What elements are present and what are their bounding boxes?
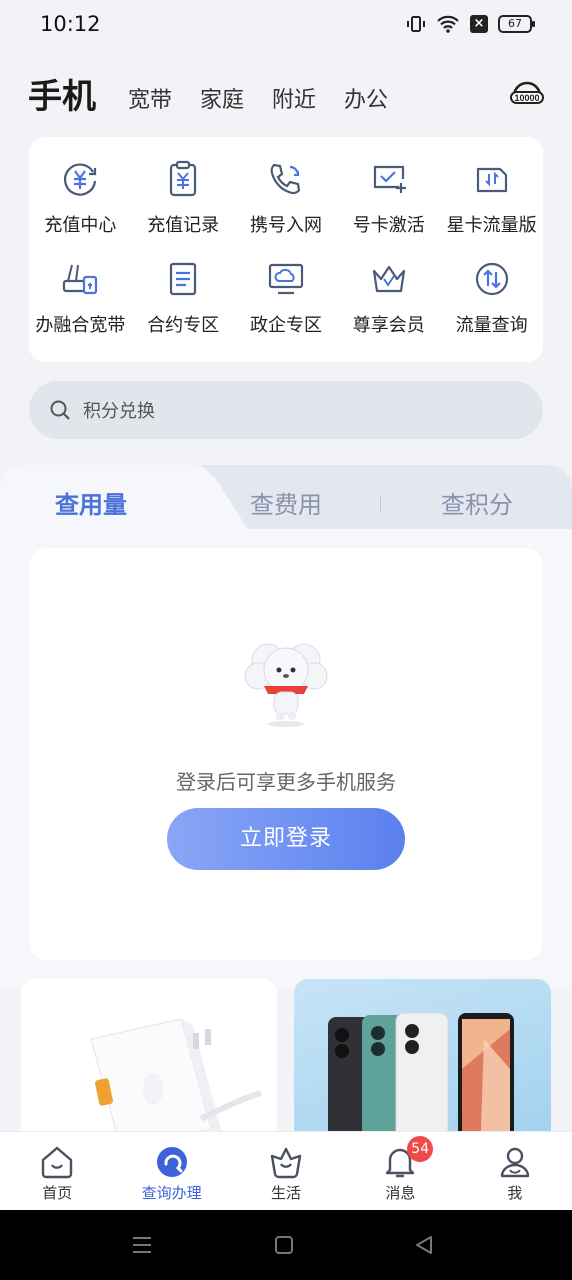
battery-icon: 67 (498, 15, 535, 33)
service-label: 政企专区 (249, 315, 322, 336)
phone-transfer-icon (270, 163, 301, 195)
message-count-badge: 54 (407, 1136, 434, 1162)
top-tabs: 手机 宽带 家庭 附近 办公 (28, 72, 416, 122)
no-sim-icon: × (470, 15, 488, 33)
login-card: 登录后可享更多手机服务 立即登录 (29, 548, 543, 960)
service-data-query[interactable]: 流量查询 (440, 255, 543, 355)
service-fusion-broadband[interactable]: 办融合宽带 (29, 255, 132, 355)
screen: 10:12 × 67 手机 宽带 家庭 附近 办公 10000 充值中心 充值记… (0, 0, 572, 1280)
document-icon (170, 262, 197, 296)
menu-icon[interactable] (130, 1233, 154, 1257)
sim-activate-icon (373, 165, 406, 193)
nav-me[interactable]: 我 (458, 1132, 572, 1210)
service-recharge-record[interactable]: 充值记录 (132, 155, 235, 255)
tab-check-points[interactable]: 查积分 (441, 485, 513, 520)
nav-home[interactable]: 首页 (0, 1132, 114, 1210)
service-label: 尊享会员 (352, 315, 425, 336)
service-grid: 充值中心 充值记录 携号入网 号卡激活 星卡流量版 办融合宽带 合约专区 政企专… (29, 137, 543, 355)
tab-office[interactable]: 办公 (344, 82, 388, 122)
user-icon (500, 1147, 530, 1178)
tab-check-fees[interactable]: 查费用 (250, 485, 322, 520)
life-icon (270, 1147, 302, 1179)
service-label: 号卡激活 (352, 215, 425, 236)
nav-life[interactable]: 生活 (229, 1132, 343, 1210)
service-label: 合约专区 (147, 315, 220, 336)
nav-label: 我 (507, 1184, 523, 1202)
service-vip-member[interactable]: 尊享会员 (337, 255, 440, 355)
service-recharge-center[interactable]: 充值中心 (29, 155, 132, 255)
crown-icon (372, 265, 405, 293)
nav-messages[interactable]: 消息 54 (343, 1132, 457, 1210)
search-placeholder: 积分兑换 (83, 401, 155, 422)
service-label: 充值中心 (44, 215, 117, 236)
router-icon (63, 264, 98, 295)
arrows-updown-icon (475, 262, 508, 296)
wifi-icon (437, 15, 459, 33)
status-icons: × 67 (406, 14, 535, 34)
service-label: 携号入网 (249, 215, 322, 236)
service-star-card[interactable]: 星卡流量版 (440, 155, 543, 255)
hotline-number: 10000 (514, 93, 539, 103)
nav-label: 查询办理 (141, 1184, 202, 1202)
cloud-monitor-icon (268, 263, 304, 295)
tab-phone[interactable]: 手机 (28, 69, 96, 122)
tab-check-usage[interactable]: 查用量 (55, 485, 127, 520)
nav-label: 生活 (271, 1184, 302, 1202)
nav-label: 首页 (42, 1184, 73, 1202)
service-label: 充值记录 (147, 215, 220, 236)
login-button[interactable]: 立即登录 (167, 808, 405, 870)
tab-broadband[interactable]: 宽带 (128, 82, 172, 122)
service-label: 星卡流量版 (446, 215, 537, 236)
yuan-circle-icon (64, 163, 97, 196)
search-bar[interactable]: 积分兑换 (29, 381, 543, 439)
service-enterprise-zone[interactable]: 政企专区 (235, 255, 338, 355)
service-grid-card: 充值中心 充值记录 携号入网 号卡激活 星卡流量版 办融合宽带 合约专区 政企专… (29, 137, 543, 362)
nav-query[interactable]: 查询办理 (114, 1132, 228, 1210)
status-time: 10:12 (40, 12, 101, 36)
hotline-10000-icon[interactable]: 10000 (510, 78, 544, 112)
bottom-nav: 首页 查询办理 生活 消息 54 我 (0, 1131, 572, 1210)
back-icon[interactable] (412, 1233, 436, 1257)
vibrate-icon (407, 16, 425, 32)
nav-label: 消息 (385, 1184, 416, 1202)
service-number-portability[interactable]: 携号入网 (235, 155, 338, 255)
tab-nearby[interactable]: 附近 (272, 82, 316, 122)
query-icon (156, 1147, 187, 1177)
mascot-cloud-icon (244, 643, 328, 727)
login-hint: 登录后可享更多手机服务 (176, 770, 396, 794)
data-card-icon (476, 167, 507, 193)
home-icon (42, 1146, 73, 1179)
service-card-activation[interactable]: 号卡激活 (337, 155, 440, 255)
service-contract-zone[interactable]: 合约专区 (132, 255, 235, 355)
tab-home[interactable]: 家庭 (200, 82, 244, 122)
service-label: 流量查询 (455, 315, 528, 336)
system-nav-bar (0, 1210, 572, 1280)
search-icon (50, 400, 70, 420)
service-label: 办融合宽带 (35, 315, 126, 336)
home-square-icon[interactable] (272, 1233, 296, 1257)
clipboard-yuan-icon (170, 160, 197, 197)
tab-divider (380, 495, 381, 513)
status-bar: 10:12 × 67 (0, 0, 572, 52)
